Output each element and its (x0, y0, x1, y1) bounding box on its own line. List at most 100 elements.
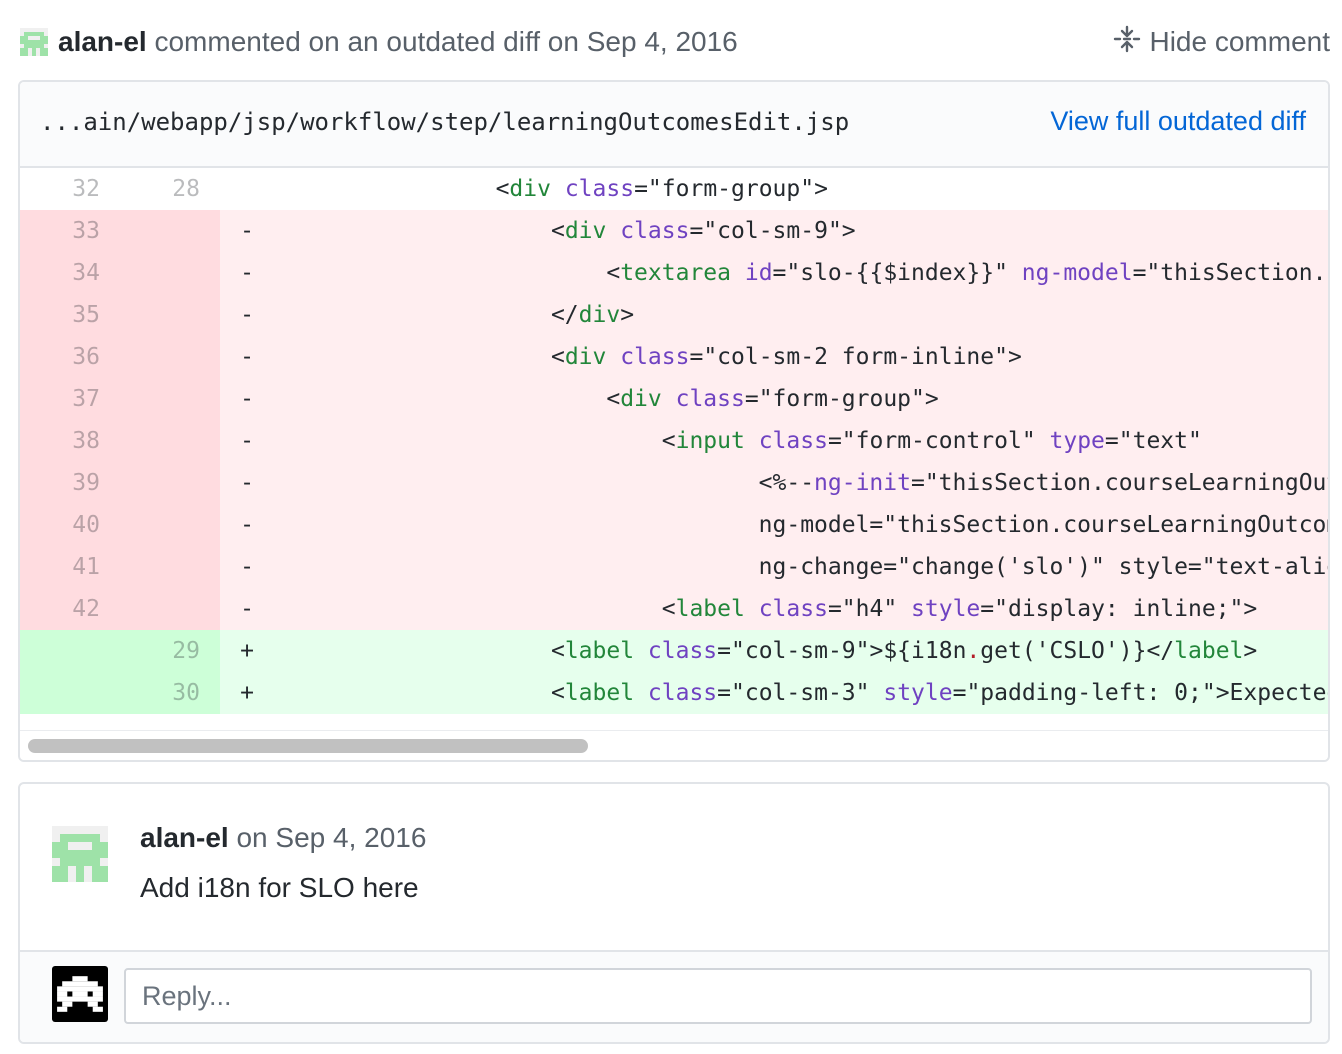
header-text: alan-el commented on an outdated diff on… (58, 26, 738, 58)
code-content: ng-change="change('slo')" style="text-al… (274, 546, 1328, 588)
code-token: . (966, 638, 981, 664)
old-line-number[interactable]: 38 (20, 420, 120, 462)
new-line-number[interactable] (120, 420, 220, 462)
new-line-number[interactable] (120, 294, 220, 336)
code-content: <div class="col-sm-9"> (274, 210, 1328, 252)
code-token: ng-model (1021, 260, 1133, 286)
new-line-number[interactable] (120, 378, 220, 420)
code-token: class (647, 638, 718, 664)
code-content: <input class="form-control" type="text" (274, 420, 1328, 462)
diff-line-del: 33 - <div class="col-sm-9"> (20, 210, 1328, 252)
comment-author-link[interactable]: alan-el (140, 822, 229, 853)
new-line-number[interactable] (120, 588, 220, 630)
new-line-number[interactable] (120, 336, 220, 378)
comment-avatar[interactable] (52, 826, 108, 882)
view-full-diff-link[interactable]: View full outdated diff (1050, 106, 1306, 137)
diff-marker: + (240, 638, 254, 664)
code-token: ng-init (814, 470, 911, 496)
old-line-number[interactable]: 40 (20, 504, 120, 546)
code-token: div (564, 218, 607, 244)
diff-line-del: 35 - </div> (20, 294, 1328, 336)
diff-file-header: ...ain/webapp/jsp/workflow/step/learning… (20, 82, 1328, 168)
reply-input[interactable] (124, 968, 1312, 1024)
diff-marker: - (240, 344, 254, 370)
diff-line-del: 38 - <input class="form-control" type="te… (20, 420, 1328, 462)
diff-marker: - (240, 302, 254, 328)
code-token: ="slo-{{$index}}" (772, 260, 1022, 286)
code-token: < (550, 344, 565, 370)
old-line-number[interactable]: 34 (20, 252, 120, 294)
code-content: <label class="col-sm-9">${i18n.get('CSLO… (274, 630, 1328, 672)
code-token: label (1174, 638, 1244, 664)
code-token: ="padding-left: 0;">Expected (952, 680, 1330, 706)
code-token: </ (550, 302, 579, 328)
outdated-diff-box: ...ain/webapp/jsp/workflow/step/learning… (18, 80, 1330, 762)
old-line-number[interactable]: 32 (20, 168, 120, 210)
code-token: type (1049, 428, 1105, 454)
code-token: id (744, 260, 773, 286)
diff-marker: - (240, 218, 254, 244)
old-line-number[interactable]: 36 (20, 336, 120, 378)
header-author-link[interactable]: alan-el (58, 26, 147, 57)
code-token: class (675, 386, 745, 412)
diff-line-add: 30 + <label class="col-sm-3" style="paddi… (20, 672, 1330, 714)
old-line-number[interactable]: 37 (20, 378, 120, 420)
code-token: ="form-group"> (634, 176, 828, 202)
code-token: class (620, 218, 690, 244)
new-line-number[interactable] (120, 546, 220, 588)
header-action-text: commented on an outdated diff on Sep 4, … (146, 26, 738, 57)
code-token: class (620, 344, 690, 370)
diff-marker: + (240, 680, 254, 706)
code-token: < (606, 386, 621, 412)
scrollbar-thumb[interactable] (28, 739, 588, 753)
old-line-number[interactable] (20, 672, 120, 714)
new-line-number[interactable]: 28 (120, 168, 220, 210)
diff-line-del: 39 - <%--ng-init="thisSection.courseLearn… (20, 462, 1328, 504)
code-token: ="col-sm-9"> (689, 218, 856, 244)
code-content: <div class="col-sm-2 form-inline"> (274, 336, 1328, 378)
old-line-number[interactable]: 35 (20, 294, 120, 336)
code-content: <div class="form-group"> (274, 168, 1328, 210)
code-token: div (509, 176, 551, 202)
diff-marker: - (240, 596, 254, 622)
code-content: ng-model="thisSection.courseLearningOutc… (274, 504, 1328, 546)
new-line-number[interactable]: 29 (120, 630, 220, 672)
code-token: > (620, 302, 635, 328)
hide-comment-button[interactable]: Hide comment (1113, 20, 1330, 64)
diff-marker: - (240, 386, 254, 412)
code-token: > (1243, 638, 1258, 664)
diff-marker: - (240, 554, 254, 580)
current-user-avatar[interactable] (52, 966, 108, 1022)
code-token: < (495, 176, 510, 202)
code-token: class (758, 428, 828, 454)
diff-marker: - (240, 470, 254, 496)
new-line-number[interactable] (120, 462, 220, 504)
old-line-number[interactable] (20, 630, 120, 672)
new-line-number[interactable]: 30 (120, 672, 220, 714)
code-token: ="form-group"> (744, 386, 939, 412)
code-token: class (758, 596, 828, 622)
old-line-number[interactable]: 39 (20, 462, 120, 504)
author-avatar[interactable] (20, 28, 48, 56)
reply-area (20, 950, 1328, 1042)
code-token: ="thisSection.courseLearningOutcomes[$in… (1132, 260, 1328, 286)
fold-icon (1113, 25, 1149, 60)
old-line-number[interactable]: 41 (20, 546, 120, 588)
new-line-number[interactable] (120, 210, 220, 252)
code-token: div (564, 344, 607, 370)
old-line-number[interactable]: 42 (20, 588, 120, 630)
code-token: < (550, 680, 565, 706)
comment-timestamp[interactable]: on Sep 4, 2016 (229, 822, 426, 853)
old-line-number[interactable]: 33 (20, 210, 120, 252)
horizontal-scrollbar[interactable] (20, 730, 1328, 760)
new-line-number[interactable] (120, 504, 220, 546)
code-token: label (675, 596, 745, 622)
diff-line-ctx: 32 28 <div class="form-group"> (20, 168, 1328, 210)
new-line-number[interactable] (120, 252, 220, 294)
code-content: <label class="col-sm-3" style="padding-l… (274, 672, 1330, 714)
code-token: class (647, 680, 718, 706)
